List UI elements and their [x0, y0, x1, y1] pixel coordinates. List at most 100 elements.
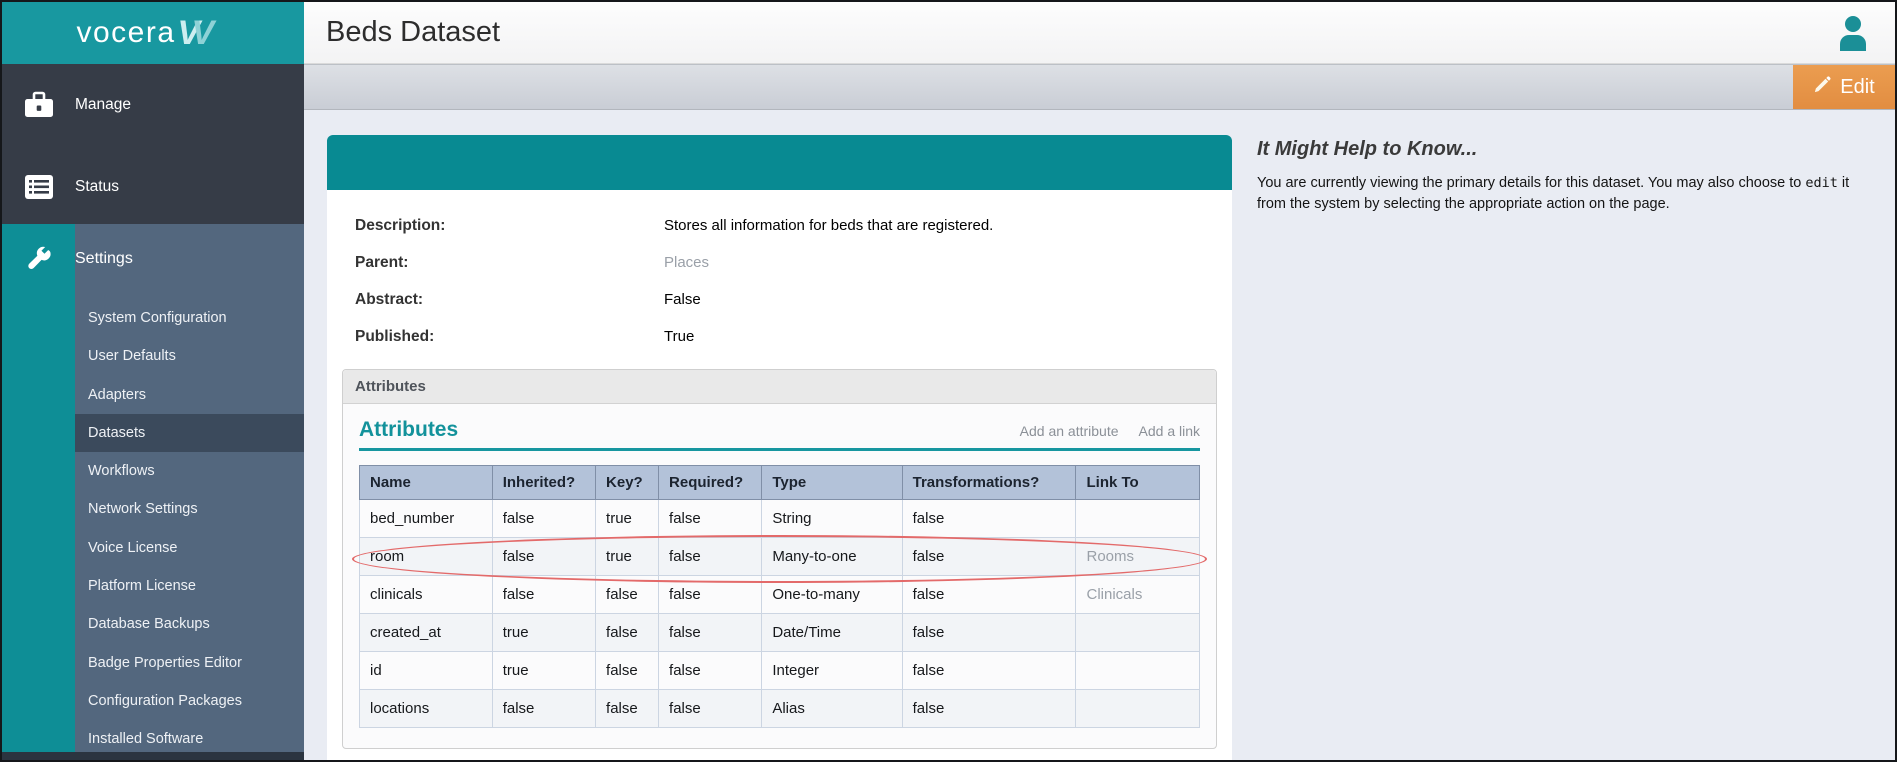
action-toolbar: Edit	[304, 64, 1895, 110]
table-row-clinicals[interactable]: clinicals false false false One-to-many …	[359, 575, 1200, 614]
cell-required: false	[658, 499, 763, 538]
dataset-details-card: Description: Stores all information for …	[327, 135, 1232, 760]
sidebar-item-workflows[interactable]: Workflows	[75, 452, 304, 490]
attributes-section-title: Attributes	[359, 418, 459, 441]
add-attribute-link[interactable]: Add an attribute	[1020, 423, 1119, 439]
column-header: Type	[761, 465, 903, 500]
user-icon[interactable]	[1833, 13, 1873, 53]
sidebar-item-system-configuration[interactable]: System Configuration	[75, 299, 304, 337]
sidebar-item-manage[interactable]: Manage	[2, 76, 304, 134]
cell-type: Alias	[761, 689, 903, 728]
field-label: Published:	[355, 328, 435, 345]
attributes-table: Name Inherited? Key? Required? Type Tran…	[359, 465, 1200, 728]
cell-name: clinicals	[359, 575, 493, 614]
parent-link[interactable]: Places	[664, 253, 709, 273]
cell-transformations: false	[901, 537, 1077, 576]
field-description: Description: Stores all information for …	[355, 216, 1217, 236]
table-row-room[interactable]: room false true false Many-to-one false …	[359, 537, 1200, 576]
sidebar-item-label: Settings	[75, 250, 133, 267]
cell-inherited: false	[491, 689, 597, 728]
cell-name: room	[359, 537, 493, 576]
sidebar: vocera VV Manage Status Settings System …	[2, 2, 304, 760]
table-row-created-at[interactable]: created_at true false false Date/Time fa…	[359, 613, 1200, 652]
attributes-table-wrap: Name Inherited? Key? Required? Type Tran…	[352, 465, 1207, 728]
sidebar-item-datasets[interactable]: Datasets	[75, 413, 304, 453]
cell-transformations: false	[901, 575, 1077, 614]
status-list-icon	[2, 174, 75, 200]
cell-link-to[interactable]: Clinicals	[1075, 575, 1200, 614]
cell-name: bed_number	[359, 499, 493, 538]
column-header: Inherited?	[491, 465, 597, 500]
dataset-card-header	[327, 135, 1232, 190]
dataset-card-body: Description: Stores all information for …	[327, 190, 1232, 760]
cell-link-to	[1075, 613, 1200, 652]
column-header: Transformations?	[901, 465, 1077, 500]
help-panel: It Might Help to Know... You are current…	[1257, 138, 1871, 214]
cell-key: true	[595, 499, 660, 538]
sidebar-item-user-defaults[interactable]: User Defaults	[75, 337, 304, 375]
cell-link-to[interactable]: Rooms	[1075, 537, 1200, 576]
help-code-edit: edit	[1805, 175, 1838, 191]
cell-link-to	[1075, 689, 1200, 728]
vocera-admin-window: vocera VV Manage Status Settings System …	[0, 0, 1897, 762]
page-title: Beds Dataset	[326, 16, 501, 48]
field-label: Parent:	[355, 254, 409, 271]
sidebar-item-database-backups[interactable]: Database Backups	[75, 605, 304, 643]
table-header-row: Name Inherited? Key? Required? Type Tran…	[359, 465, 1200, 500]
cell-type: Date/Time	[761, 613, 903, 652]
cell-required: false	[658, 651, 763, 690]
table-row-locations[interactable]: locations false false false Alias false	[359, 689, 1200, 728]
vocera-logo[interactable]: vocera VV	[76, 15, 229, 51]
cell-required: false	[658, 613, 763, 652]
sidebar-item-platform-license[interactable]: Platform License	[75, 567, 304, 605]
cell-required: false	[658, 689, 763, 728]
cell-key: false	[595, 689, 660, 728]
sidebar-item-status[interactable]: Status	[2, 158, 304, 216]
field-value: False	[664, 291, 701, 308]
field-label: Abstract:	[355, 291, 424, 308]
sidebar-nav: Manage Status	[2, 64, 304, 224]
edit-button-label: Edit	[1840, 75, 1875, 98]
edit-button[interactable]: Edit	[1793, 65, 1895, 109]
content-area: Description: Stores all information for …	[304, 110, 1895, 760]
cell-type: Integer	[761, 651, 903, 690]
attributes-panel: Attributes Attributes Add an attribute A…	[342, 369, 1217, 749]
cell-inherited: false	[491, 499, 597, 538]
field-abstract: Abstract: False	[355, 290, 1217, 310]
sidebar-footer-strip	[2, 752, 304, 760]
add-link-link[interactable]: Add a link	[1139, 423, 1200, 439]
cell-type: Many-to-one	[761, 537, 903, 576]
sidebar-item-voice-license[interactable]: Voice License	[75, 529, 304, 567]
cell-name: created_at	[359, 613, 493, 652]
column-header: Required?	[658, 465, 763, 500]
help-text: You are currently viewing the primary de…	[1257, 175, 1806, 191]
sidebar-item-network-settings[interactable]: Network Settings	[75, 490, 304, 528]
vocera-v-mark-icon: VV	[177, 14, 215, 52]
cell-inherited: false	[491, 537, 597, 576]
cell-name: locations	[359, 689, 493, 728]
sidebar-item-label: Status	[75, 178, 119, 195]
field-parent: Parent: Places	[355, 253, 1217, 273]
cell-transformations: false	[901, 613, 1077, 652]
sidebar-item-settings[interactable]: Settings	[2, 224, 304, 294]
column-header: Name	[359, 465, 493, 500]
sidebar-item-configuration-packages[interactable]: Configuration Packages	[75, 682, 304, 720]
dataset-fields: Description: Stores all information for …	[342, 216, 1217, 347]
cell-required: false	[658, 537, 763, 576]
cell-inherited: true	[491, 613, 597, 652]
field-published: Published: True	[355, 327, 1217, 347]
cell-type: One-to-many	[761, 575, 903, 614]
cell-inherited: false	[491, 575, 597, 614]
cell-required: false	[658, 575, 763, 614]
attributes-heading-row: Attributes Add an attribute Add a link	[359, 418, 1200, 451]
sidebar-item-adapters[interactable]: Adapters	[75, 376, 304, 414]
sidebar-item-badge-properties-editor[interactable]: Badge Properties Editor	[75, 644, 304, 682]
pencil-icon	[1813, 75, 1832, 100]
table-row-bed-number[interactable]: bed_number false true false String false	[359, 499, 1200, 538]
attributes-panel-title: Attributes	[343, 370, 1216, 404]
cell-link-to	[1075, 651, 1200, 690]
table-row-id[interactable]: id true false false Integer false	[359, 651, 1200, 690]
cell-transformations: false	[901, 499, 1077, 538]
cell-transformations: false	[901, 651, 1077, 690]
vocera-logo-text: vocera	[76, 16, 176, 49]
